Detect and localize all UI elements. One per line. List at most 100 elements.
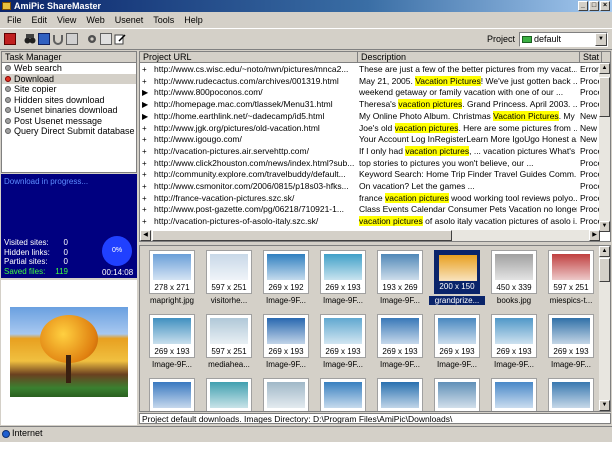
thumbnail-item[interactable]: 269 x 193 Image-9F... xyxy=(486,314,542,369)
thumbnail-item[interactable]: 278 x 271 mapright.jpg xyxy=(144,250,200,305)
scroll-up-icon[interactable]: ▲ xyxy=(599,63,610,74)
thumbnail-item[interactable]: 269 x 193 Image-9F... xyxy=(315,314,371,369)
row-marker-icon: ▶ xyxy=(142,100,149,110)
scroll-down-icon[interactable]: ▼ xyxy=(599,400,610,411)
thumbnail-item[interactable] xyxy=(144,378,200,411)
table-row[interactable]: + http://www.click2houston.com/news/index… xyxy=(140,158,602,170)
thumbnail-item[interactable] xyxy=(429,378,485,411)
task-item-post-usenet[interactable]: Post Usenet message xyxy=(2,116,136,127)
url-list-vscroll[interactable]: ▲ ▼ xyxy=(599,63,610,232)
row-description: These are just a few of the better pictu… xyxy=(359,64,577,74)
stop-icon[interactable] xyxy=(4,33,16,45)
table-row[interactable]: ▶ http://www.800poconos.com/weekend getaw… xyxy=(140,87,602,99)
thumbnail-item[interactable] xyxy=(486,378,542,411)
row-description: On vacation? Let the games ... xyxy=(359,181,475,191)
binoculars-icon[interactable] xyxy=(24,33,36,45)
table-row[interactable]: + http://www.cs.wisc.edu/~noto/nwn/pictur… xyxy=(140,64,600,76)
scroll-thumb[interactable] xyxy=(599,258,610,282)
thumbnail-image xyxy=(438,382,476,408)
thumbnail-item[interactable] xyxy=(543,378,599,411)
save-icon[interactable] xyxy=(100,33,112,45)
menu-tools[interactable]: Tools xyxy=(148,15,179,25)
table-row[interactable]: + http://www.post-gazette.com/pg/06218/71… xyxy=(140,204,602,216)
table-row[interactable]: ▶ http://home.earthlink.net/~dadecamp/id5… xyxy=(140,110,600,123)
thumbnail-item[interactable]: 200 x 150 grandprize... xyxy=(429,250,485,305)
thumbnail-item[interactable]: 269 x 193 Image-9F... xyxy=(258,314,314,369)
menu-edit[interactable]: Edit xyxy=(27,15,53,25)
row-url: http://community.explore.com/travelbuddy… xyxy=(154,169,346,180)
edit-icon[interactable] xyxy=(114,33,126,45)
thumbnail-item[interactable]: 597 x 251 mediahea... xyxy=(201,314,257,369)
row-marker-icon: + xyxy=(142,170,147,180)
folder-icon xyxy=(522,36,532,43)
maximize-button[interactable]: □ xyxy=(589,1,599,11)
thumbnail-dimensions: 193 x 269 xyxy=(382,283,418,292)
scroll-thumb[interactable] xyxy=(599,77,610,117)
table-row[interactable]: + http://vacation-pictures-of-asolo-italy… xyxy=(140,216,602,228)
download-icon[interactable] xyxy=(38,33,50,45)
menu-usenet[interactable]: Usenet xyxy=(110,15,149,25)
task-item-web-search[interactable]: Web search xyxy=(2,63,136,74)
thumbnail-item[interactable]: 269 x 193 Image-9F... xyxy=(315,250,371,305)
table-row[interactable]: + http://www.jgk.org/pictures/old-vacatio… xyxy=(140,122,600,135)
table-row[interactable]: + http://www.rudecactus.com/archives/0013… xyxy=(140,75,602,88)
task-item-site-copier[interactable]: Site copier xyxy=(2,84,136,95)
menu-view[interactable]: View xyxy=(52,15,81,25)
thumbnail-item[interactable] xyxy=(201,378,257,411)
thumbnail-frame xyxy=(377,378,423,411)
column-description[interactable]: Description xyxy=(358,52,580,63)
task-item-usenet-binaries[interactable]: Usenet binaries download xyxy=(2,105,136,116)
task-item-query-database[interactable]: Query Direct Submit database xyxy=(2,126,136,137)
minimize-button[interactable]: _ xyxy=(578,1,588,11)
thumbnail-filename: Image-9F... xyxy=(265,296,306,305)
close-button[interactable]: × xyxy=(600,1,610,11)
thumbnail-item[interactable]: 269 x 192 Image-9F... xyxy=(258,250,314,305)
table-row[interactable]: + http://www.csmonitor.com/2006/0815/p18s… xyxy=(140,181,602,193)
table-row[interactable]: + http://www.igougo.com/Your Account Log … xyxy=(140,134,600,146)
thumbnail-item[interactable]: 597 x 251 visitorhe... xyxy=(201,250,257,305)
thumbnail-frame: 597 x 251 xyxy=(206,314,252,358)
menu-web[interactable]: Web xyxy=(81,15,109,25)
table-row[interactable]: + http://france-vacation-pictures.szc.sk/… xyxy=(140,192,602,205)
magnet-icon[interactable] xyxy=(52,33,64,45)
settings-icon[interactable] xyxy=(86,33,98,45)
table-row[interactable]: + http://community.explore.com/travelbudd… xyxy=(140,169,602,181)
project-select[interactable]: default ▼ xyxy=(519,32,608,47)
task-item-download[interactable]: Download xyxy=(2,73,136,84)
chevron-down-icon[interactable]: ▼ xyxy=(595,33,607,46)
hscroll-thumb[interactable] xyxy=(152,230,452,241)
app-icon xyxy=(2,2,11,10)
thumbnail-item[interactable] xyxy=(258,378,314,411)
column-status[interactable]: Stat xyxy=(580,52,602,63)
scroll-right-icon[interactable]: ▶ xyxy=(589,230,600,241)
table-row[interactable]: ▶ http://homepage.mac.com/tlassek/Menu31.… xyxy=(140,99,602,111)
url-list-hscroll[interactable]: ◀ ▶ xyxy=(140,230,600,241)
thumbnail-item[interactable]: 269 x 193 Image-9F... xyxy=(372,314,428,369)
menu-help[interactable]: Help xyxy=(179,15,208,25)
thumbnail-item[interactable]: 269 x 193 Image-9F... xyxy=(144,314,200,369)
thumbnail-image xyxy=(210,382,248,408)
thumbnail-item[interactable]: 269 x 193 Image-9F... xyxy=(429,314,485,369)
task-icon xyxy=(5,65,11,71)
table-row[interactable]: + http://vacation-pictures.air.servehttp.… xyxy=(140,145,602,158)
scroll-up-icon[interactable]: ▲ xyxy=(599,246,610,257)
row-url: http://www.cs.wisc.edu/~noto/nwn/picture… xyxy=(154,64,349,74)
thumbnail-item[interactable]: 269 x 193 Image-9F... xyxy=(543,314,599,369)
thumbnail-filename: Image-9F... xyxy=(550,360,591,369)
scroll-down-icon[interactable]: ▼ xyxy=(599,221,610,232)
thumbnail-item[interactable]: 597 x 251 miespics-t... xyxy=(543,250,599,305)
url-list-panel: Project URL Description Stat + http://www… xyxy=(139,51,611,242)
page-icon[interactable] xyxy=(66,33,78,45)
menu-file[interactable]: File xyxy=(2,15,27,25)
thumbnail-item[interactable] xyxy=(315,378,371,411)
thumbnail-item[interactable]: 450 x 339 books.jpg xyxy=(486,250,542,305)
thumbnail-vscroll[interactable]: ▲ ▼ xyxy=(599,246,610,411)
scroll-left-icon[interactable]: ◀ xyxy=(140,230,151,241)
row-description: Joe's old vacation pictures. Here are so… xyxy=(359,122,577,133)
thumbnail-filename: Image-9F... xyxy=(436,360,477,369)
task-item-hidden-sites[interactable]: Hidden sites download xyxy=(2,95,136,106)
column-project-url[interactable]: Project URL xyxy=(140,52,358,63)
thumbnail-item[interactable] xyxy=(372,378,428,411)
thumbnail-item[interactable]: 193 x 269 Image-9F... xyxy=(372,250,428,305)
task-icon xyxy=(5,86,11,92)
